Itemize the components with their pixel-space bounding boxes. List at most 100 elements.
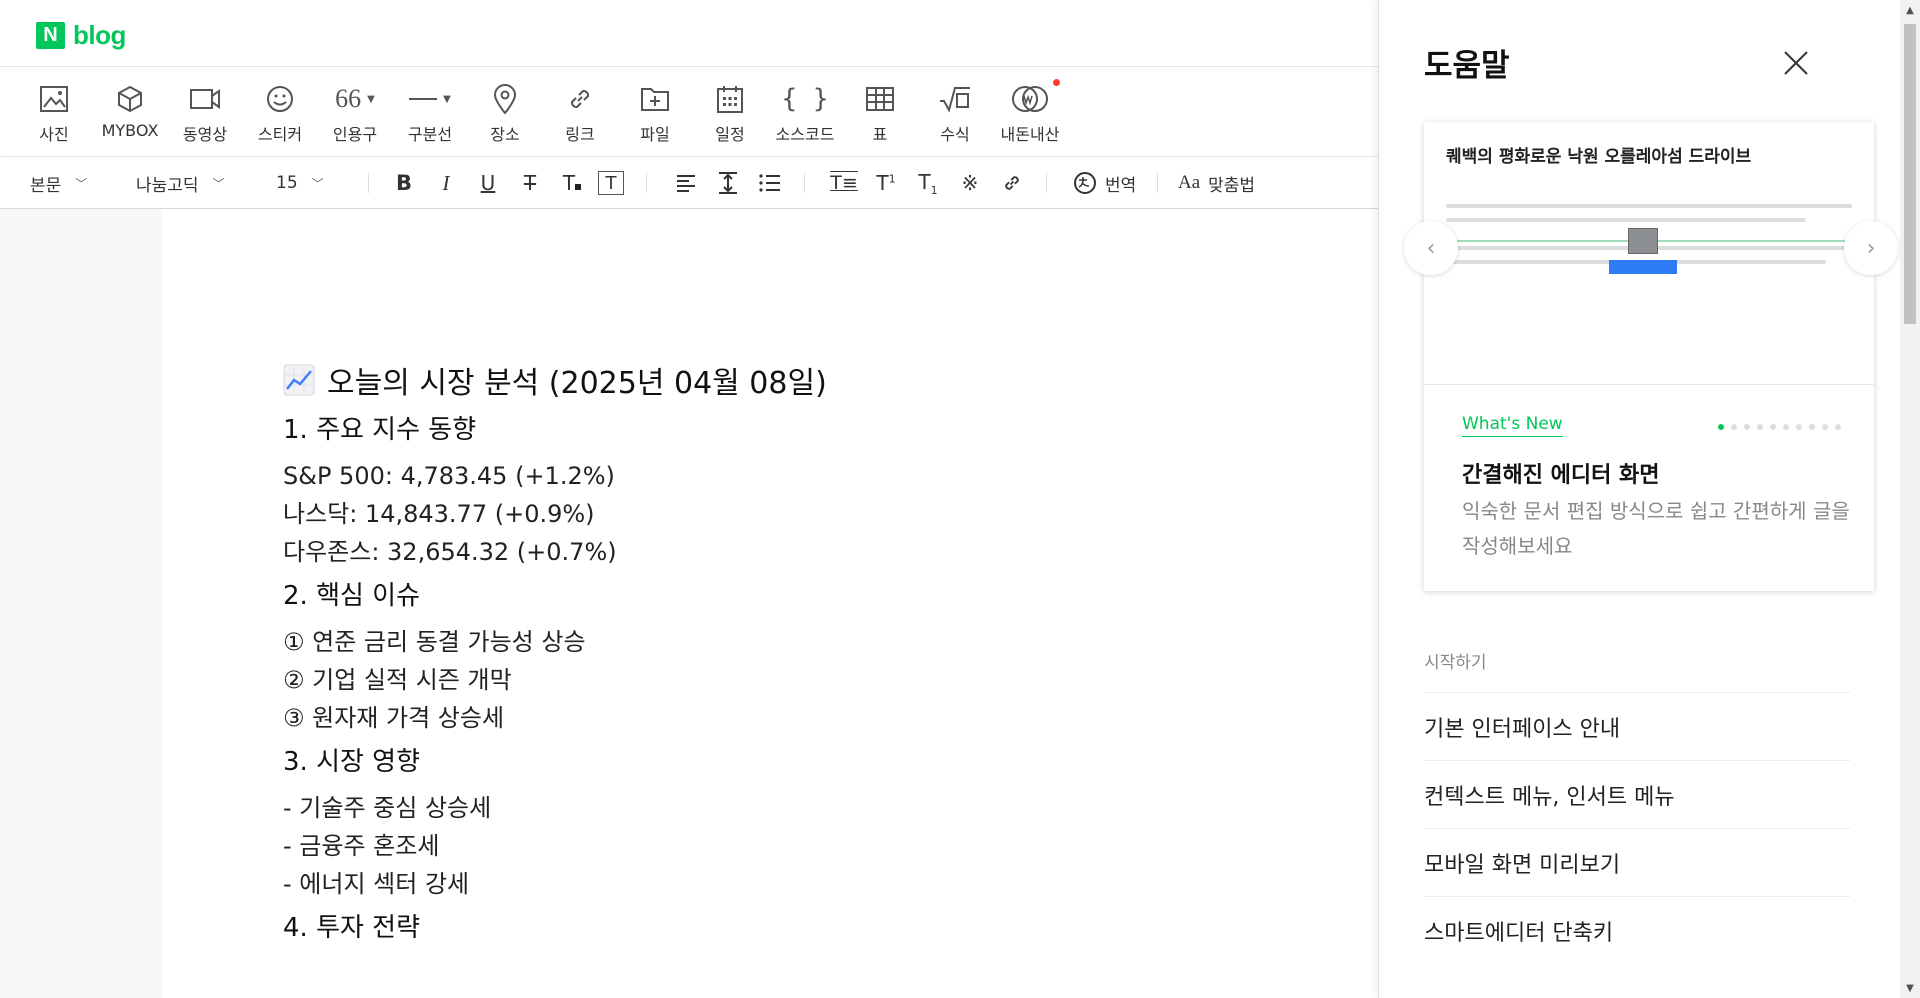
insert-video-label: 동영상 [182, 125, 228, 144]
insert-photo-button[interactable]: 사진 [14, 79, 94, 145]
scroll-up-arrow-icon[interactable]: ▲ [1900, 0, 1920, 20]
divider-icon: ▼ [390, 79, 470, 119]
help-panel-scrollbar[interactable]: ▲ ▼ [1900, 0, 1920, 998]
paragraph-style-select[interactable]: 본문 ﹀ [30, 157, 87, 209]
insert-my-purchase-label: 내돈내산 [1000, 125, 1060, 144]
special-char-button[interactable]: ※ [956, 169, 984, 197]
place-icon [465, 79, 545, 119]
translate-button[interactable]: 번역 [1073, 157, 1136, 209]
close-icon [1784, 51, 1808, 75]
help-topic-context-menu[interactable]: 컨텍스트 메뉴, 인서트 메뉴 [1424, 760, 1850, 828]
insert-file-label: 파일 [640, 125, 670, 144]
translate-label: 번역 [1105, 175, 1137, 196]
insert-table-button[interactable]: 표 [840, 79, 920, 145]
scrollbar-thumb[interactable] [1904, 24, 1916, 324]
close-help-button[interactable] [1781, 48, 1811, 78]
preview-text-line [1446, 218, 1806, 222]
paragraph-line[interactable]: ① 연준 금리 동결 가능성 상승 [283, 623, 1183, 661]
calendar-icon [690, 79, 770, 119]
help-topic-basic-interface[interactable]: 기본 인터페이스 안내 [1424, 692, 1850, 760]
font-family-select[interactable]: 나눔고딕 ﹀ [136, 157, 225, 209]
carousel-dot[interactable] [1822, 424, 1828, 430]
blog-logo[interactable]: N blog [36, 20, 126, 51]
mybox-icon [90, 79, 170, 119]
paragraph-line[interactable]: - 금융주 혼조세 [283, 827, 1183, 865]
toolbar-separator [1046, 173, 1047, 193]
text-color-button[interactable]: T [558, 169, 586, 197]
section-heading[interactable]: 1. 주요 지수 동향 [283, 411, 1183, 449]
card-next-button[interactable]: › [1844, 221, 1898, 275]
paragraph-spacing-button[interactable]: T≡ [830, 169, 858, 197]
paragraph-line[interactable]: ② 기업 실적 시즌 개막 [283, 661, 1183, 699]
insert-file-button[interactable]: 파일 [615, 79, 695, 145]
carousel-dot[interactable] [1770, 424, 1776, 430]
insert-sticker-button[interactable]: 스티커 [240, 79, 320, 145]
card-description: 익숙한 문서 편집 방식으로 쉽고 간편하게 글을 작성해보세요 [1462, 499, 1850, 558]
subscript-button[interactable]: T1 [914, 169, 942, 197]
insert-video-button[interactable]: 동영상 [165, 79, 245, 145]
help-topic-shortcuts[interactable]: 스마트에디터 단축키 [1424, 896, 1850, 964]
insert-my-purchase-button[interactable]: 내돈내산 [990, 79, 1070, 145]
text-background-button[interactable]: T [598, 171, 624, 195]
insert-formula-button[interactable]: 수식 [915, 79, 995, 145]
document-title[interactable]: 오늘의 시장 분석 (2025년 04월 08일) [283, 355, 1183, 405]
photo-icon [14, 79, 94, 119]
code-icon: { } [781, 84, 829, 114]
paragraph-spacing-icon: T≡ [830, 172, 858, 194]
insert-code-button[interactable]: { } 소스코드 [765, 79, 845, 145]
carousel-dot[interactable] [1783, 424, 1789, 430]
text-color-icon: T [563, 171, 582, 195]
italic-button[interactable]: I [432, 169, 460, 197]
insert-schedule-button[interactable]: 일정 [690, 79, 770, 145]
insert-mybox-button[interactable]: MYBOX [90, 79, 170, 140]
carousel-dot[interactable] [1809, 424, 1815, 430]
spellcheck-button[interactable]: Aa 맞춤법 [1178, 157, 1255, 209]
format-link-button[interactable] [998, 169, 1026, 197]
spellcheck-icon: Aa [1178, 172, 1201, 193]
section-heading[interactable]: 3. 시장 영향 [283, 743, 1183, 781]
font-size-select[interactable]: 15 ﹀ [276, 157, 324, 209]
whats-new-card: 퀘백의 평화로운 낙원 오를레아섬 드라이브 ‹ › What's New 간결… [1404, 122, 1898, 591]
card-prev-button[interactable]: ‹ [1404, 221, 1458, 275]
format-toolbar: 본문 ﹀ 나눔고딕 ﹀ 15 ﹀ B I U T T T T≡ T1 T1 ※ 번역 … [0, 157, 1380, 209]
table-icon [840, 79, 920, 119]
line-height-button[interactable] [714, 169, 742, 197]
paragraph-line[interactable]: ③ 원자재 가격 상승세 [283, 699, 1183, 737]
paragraph-line[interactable]: - 기술주 중심 상승세 [283, 789, 1183, 827]
list-button[interactable] [756, 169, 784, 197]
superscript-button[interactable]: T1 [872, 169, 900, 197]
carousel-dot[interactable] [1718, 424, 1724, 430]
paragraph-line[interactable]: 다우존스: 32,654.32 (+0.7%) [283, 533, 1183, 571]
insert-place-label: 장소 [490, 125, 520, 144]
carousel-dot[interactable] [1731, 424, 1737, 430]
carousel-dot[interactable] [1835, 424, 1841, 430]
file-icon [615, 79, 695, 119]
paragraph-line[interactable]: - 에너지 섹터 강세 [283, 865, 1183, 903]
help-topic-mobile-preview[interactable]: 모바일 화면 미리보기 [1424, 828, 1850, 896]
chart-increasing-emoji-icon [283, 364, 315, 396]
underline-button[interactable]: U [474, 169, 502, 197]
strikethrough-button[interactable]: T [516, 169, 544, 197]
video-icon [165, 79, 245, 119]
section-heading[interactable]: 4. 투자 전략 [283, 909, 1183, 947]
paragraph-line[interactable]: S&P 500: 4,783.45 (+1.2%) [283, 457, 1183, 495]
paragraph-line[interactable]: 나스닥: 14,843.77 (+0.9%) [283, 495, 1183, 533]
scroll-down-arrow-icon[interactable]: ▼ [1900, 978, 1920, 998]
bold-icon: B [395, 171, 412, 195]
carousel-dot[interactable] [1757, 424, 1763, 430]
sticker-icon [240, 79, 320, 119]
insert-quote-button[interactable]: 66 ▼ 인용구 [315, 79, 395, 145]
insert-link-button[interactable]: 링크 [540, 79, 620, 145]
insert-divider-button[interactable]: ▼ 구분선 [390, 79, 470, 145]
carousel-dot[interactable] [1796, 424, 1802, 430]
section-heading[interactable]: 2. 핵심 이슈 [283, 577, 1183, 615]
bold-button[interactable]: B [390, 169, 418, 197]
align-button[interactable] [672, 169, 700, 197]
insert-place-button[interactable]: 장소 [465, 79, 545, 145]
carousel-dot[interactable] [1744, 424, 1750, 430]
document-body[interactable]: 오늘의 시장 분석 (2025년 04월 08일) 1. 주요 지수 동향 S&… [283, 355, 1183, 955]
toolbar-separator [368, 173, 369, 193]
naver-logo-icon: N [36, 22, 65, 49]
font-size-value: 15 [276, 173, 298, 193]
toolbar-separator [646, 173, 647, 193]
